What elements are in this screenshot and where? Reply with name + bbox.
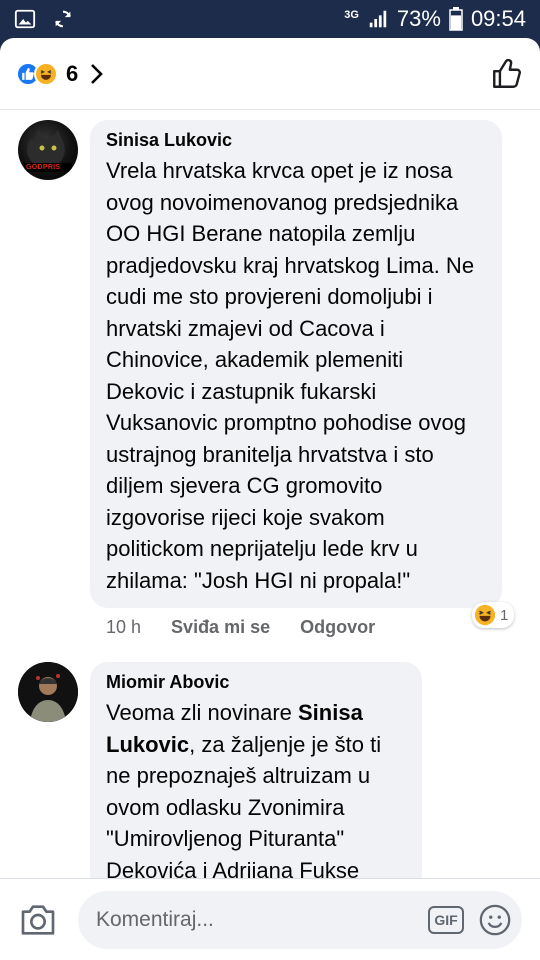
reply-button[interactable]: Odgovor [300, 617, 375, 638]
reaction-count: 6 [66, 60, 79, 86]
camera-icon[interactable] [18, 900, 58, 940]
reactions-header: 6 [0, 38, 540, 110]
battery-percent: 73% [396, 6, 441, 31]
chevron-right-icon [91, 63, 104, 84]
signal-icon [369, 10, 387, 28]
comment-item: GODPRIS Sinisa Lukovic Vrela hrvatska kr… [0, 120, 540, 608]
status-bar: 3G 73% 09:54 [0, 0, 540, 38]
comment-text: Veoma zli novinare Sinisa Lukovic, za ža… [106, 697, 406, 878]
comment-time: 10 h [106, 616, 142, 637]
comment-reaction-count: 1 [500, 606, 509, 624]
comment-item: Miomir Abovic Veoma zli novinare Sinisa … [0, 662, 540, 878]
comment-author[interactable]: Miomir Abovic [106, 672, 406, 693]
haha-icon [474, 604, 496, 626]
like-comment-button[interactable]: Sviđa mi se [171, 617, 270, 638]
battery-icon [449, 7, 463, 31]
emoji-icon[interactable] [478, 903, 512, 937]
sync-icon [55, 10, 71, 28]
comments-sheet: 6 GODPRIS Sinisa Lukovic Vrela hrvatska … [0, 38, 540, 960]
gallery-icon [14, 9, 36, 29]
like-button-icon[interactable] [490, 57, 524, 91]
comment-input-box[interactable]: GIF [78, 890, 522, 949]
comment-composer: GIF [0, 878, 540, 960]
cat-avatar-image [24, 130, 72, 172]
avatar[interactable] [18, 662, 78, 722]
comment-bubble[interactable]: Sinisa Lukovic Vrela hrvatska krvca opet… [90, 120, 502, 608]
comment-author[interactable]: Sinisa Lukovic [106, 130, 486, 151]
haha-icon [34, 61, 58, 86]
person-avatar-image [18, 662, 78, 722]
comment-actions-row: 10 h Sviđa mi se Odgovor 1 [0, 602, 540, 640]
reactions-summary[interactable]: 6 [16, 61, 104, 87]
clock: 09:54 [470, 6, 526, 31]
network-type: 3G [344, 8, 359, 21]
comment-reaction-pill[interactable]: 1 [472, 602, 515, 628]
gif-button[interactable]: GIF [428, 905, 464, 934]
comment-bubble[interactable]: Miomir Abovic Veoma zli novinare Sinisa … [90, 662, 422, 878]
avatar-label: GODPRIS [26, 164, 61, 171]
comment-text-part: Veoma zli novinare [106, 700, 298, 725]
avatar[interactable]: GODPRIS [18, 120, 78, 180]
comment-input[interactable] [96, 907, 428, 932]
comments-list[interactable]: GODPRIS Sinisa Lukovic Vrela hrvatska kr… [0, 110, 540, 878]
comment-text: Vrela hrvatska krvca opet je iz nosa ovo… [106, 158, 475, 593]
